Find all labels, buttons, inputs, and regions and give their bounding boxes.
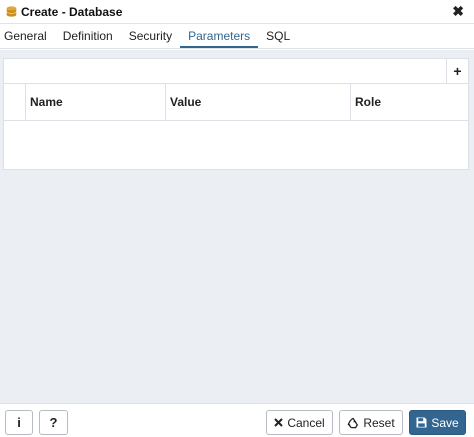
tab-security[interactable]: Security: [121, 24, 180, 48]
tab-bar: General Definition Security Parameters S…: [0, 25, 474, 49]
grid-toolbar: +: [4, 59, 468, 84]
cancel-button[interactable]: Cancel: [266, 410, 333, 435]
column-header-value[interactable]: Value: [166, 84, 351, 120]
add-row-button[interactable]: +: [446, 59, 468, 83]
save-label: Save: [431, 415, 459, 430]
info-icon: i: [17, 415, 21, 430]
help-button[interactable]: ?: [39, 410, 68, 435]
reset-label: Reset: [363, 415, 395, 430]
dialog-footer: i ? Cancel Reset Save: [0, 403, 474, 437]
grid-header-blank: [4, 84, 26, 120]
column-header-role[interactable]: Role: [351, 84, 468, 120]
close-icon: [274, 418, 284, 427]
tab-content: + Name Value Role: [0, 50, 474, 403]
parameters-grid: + Name Value Role: [3, 58, 469, 170]
floppy-disk-icon: [416, 417, 427, 428]
dialog-titlebar: Create - Database ✖: [0, 0, 474, 24]
help-icon: ?: [49, 415, 58, 430]
info-button[interactable]: i: [5, 410, 33, 435]
reset-button[interactable]: Reset: [339, 410, 403, 435]
database-icon: [6, 6, 17, 17]
tab-definition[interactable]: Definition: [55, 24, 121, 48]
recycle-icon: [347, 417, 359, 429]
cancel-label: Cancel: [287, 415, 325, 430]
tab-general[interactable]: General: [0, 24, 55, 48]
grid-header: Name Value Role: [4, 84, 468, 121]
column-header-name[interactable]: Name: [26, 84, 166, 120]
tab-sql[interactable]: SQL: [258, 24, 298, 48]
tab-parameters[interactable]: Parameters: [180, 24, 259, 48]
close-icon[interactable]: ✖: [452, 4, 464, 18]
save-button[interactable]: Save: [409, 410, 466, 435]
dialog-title: Create - Database: [21, 4, 123, 19]
